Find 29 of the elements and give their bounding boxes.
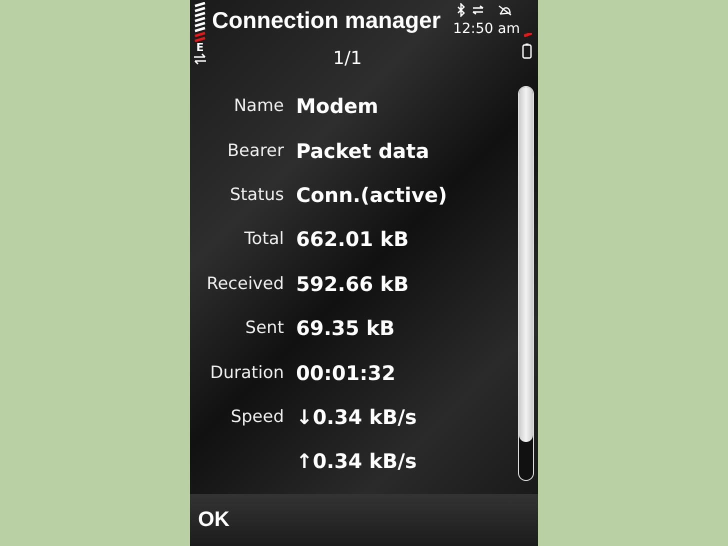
battery-icon	[522, 43, 532, 59]
field-value: ↑0.34 kB/s	[296, 449, 417, 474]
transfer-arrows-icon	[472, 5, 484, 15]
field-value: ↓0.34 kB/s	[296, 404, 417, 429]
field-value: 00:01:32	[296, 360, 396, 385]
alarm-off-icon	[498, 4, 512, 16]
field-value: Packet data	[296, 138, 430, 163]
field-label: Sent	[244, 318, 284, 338]
signal-strength-icon	[193, 2, 207, 42]
field-value: 69.35 kB	[296, 316, 395, 340]
page-counter: 1/1	[333, 48, 362, 69]
field-label: Name	[232, 96, 284, 116]
clock-time: 12:50 am	[452, 21, 520, 37]
field-label: Bearer	[226, 140, 284, 161]
bluetooth-icon	[456, 3, 466, 17]
field-label: Duration	[209, 362, 284, 383]
data-transfer-icon	[193, 53, 207, 65]
field-label: Speed	[230, 406, 284, 427]
field-value: 592.66 kB	[296, 272, 409, 296]
network-type: E	[196, 42, 204, 53]
field-label: Status	[228, 184, 284, 205]
scroll-bar[interactable]	[518, 86, 534, 481]
field-value: Modem	[296, 94, 378, 118]
field-value: Conn.(active)	[296, 182, 448, 207]
field-label: Received	[206, 274, 284, 294]
window-title: Connection manager	[212, 7, 441, 34]
ok-softkey[interactable]: OK	[196, 508, 232, 532]
field-value: 662.01 kB	[296, 227, 409, 252]
field-label: Total	[243, 229, 284, 250]
